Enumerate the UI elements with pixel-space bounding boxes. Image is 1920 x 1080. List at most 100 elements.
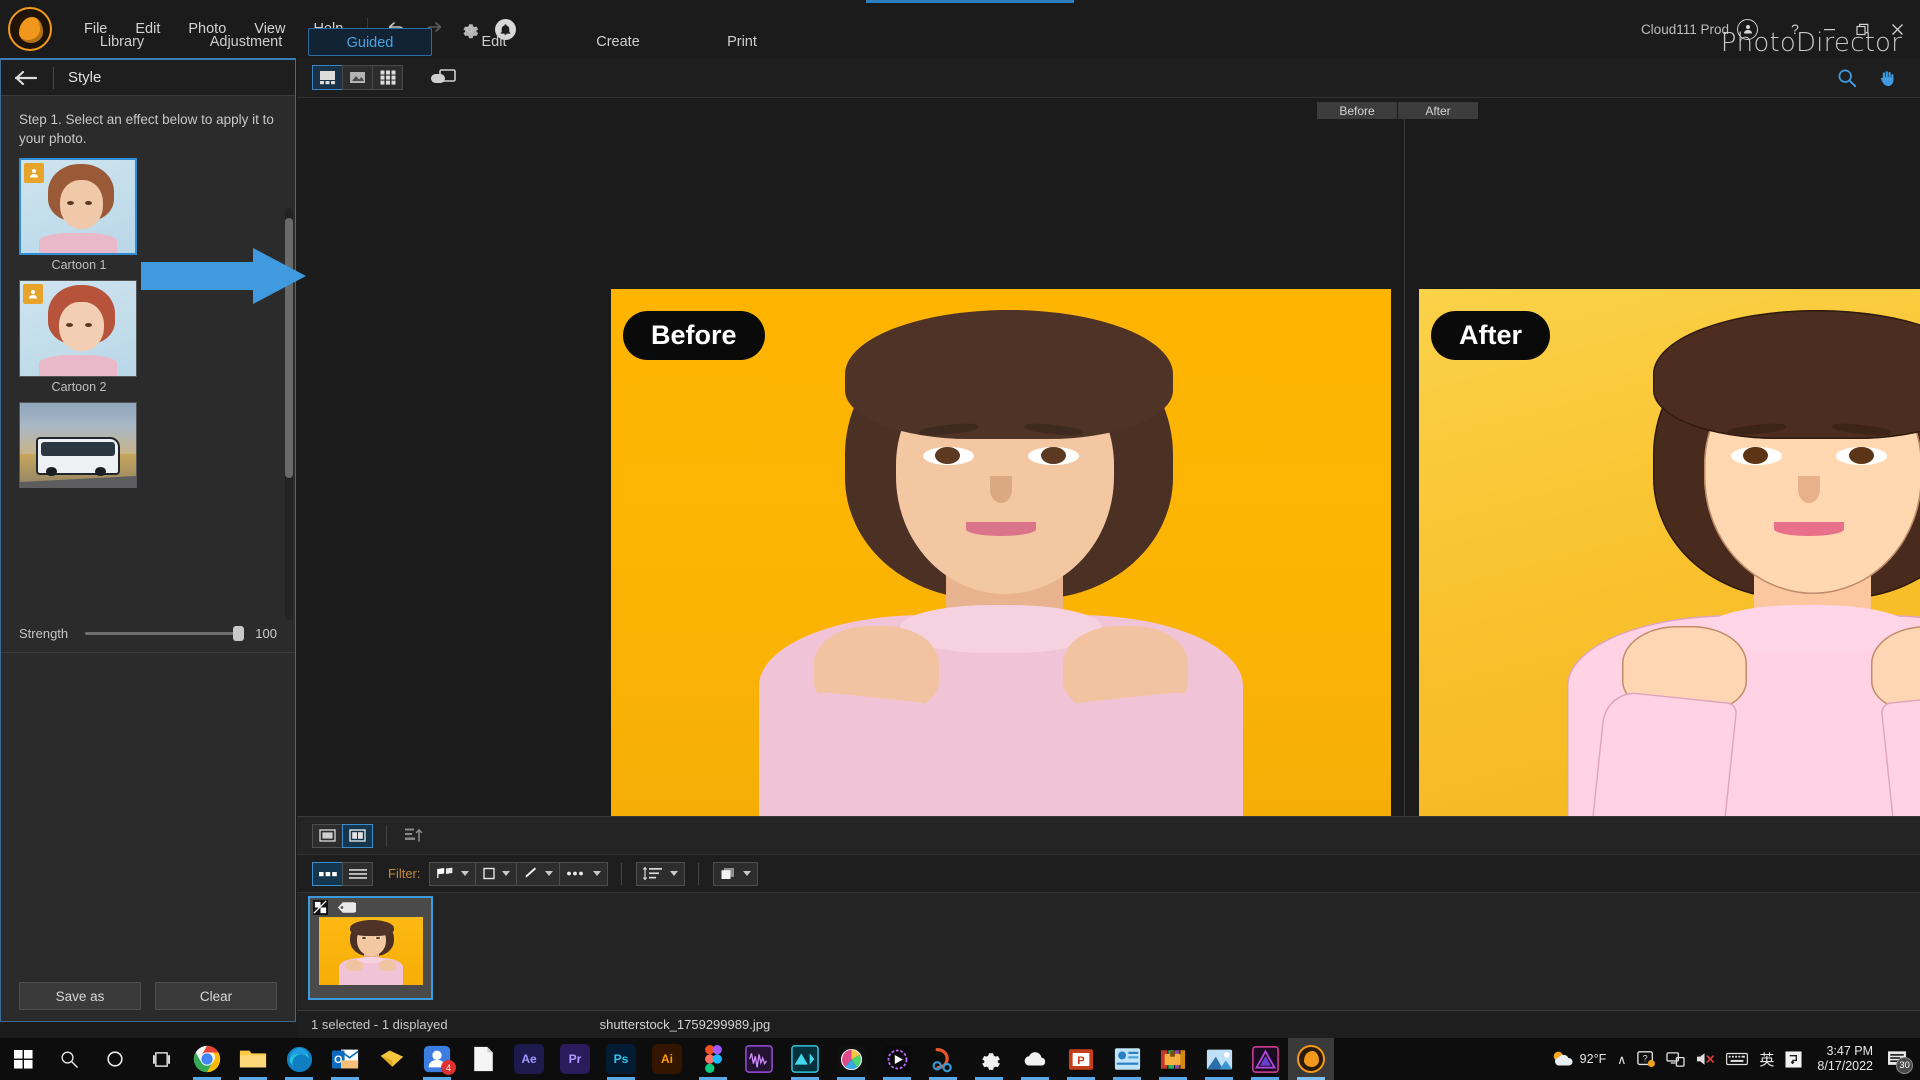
notification-center-button[interactable]: 30	[1884, 1046, 1910, 1072]
media-player-taskbar-icon[interactable]	[874, 1038, 920, 1080]
selection-status: 1 selected - 1 displayed	[311, 1017, 448, 1032]
weather-widget[interactable]: 92°F	[1550, 1049, 1607, 1069]
tab-edit[interactable]: Edit	[432, 28, 556, 56]
filter-flag-dropdown[interactable]	[429, 862, 476, 886]
view-mode-grid-button[interactable]	[372, 65, 403, 90]
filter-toolbar: Filter:	[297, 854, 1920, 892]
filmstrip-thumb-1[interactable]	[308, 896, 433, 1000]
chrome-taskbar-icon[interactable]	[184, 1038, 230, 1080]
settings-taskbar-icon[interactable]	[966, 1038, 1012, 1080]
sort-icon[interactable]	[401, 827, 427, 844]
style-thumbnail-list[interactable]: Cartoon 1 Cartoon 2	[19, 158, 285, 488]
winrar-taskbar-icon[interactable]	[1150, 1038, 1196, 1080]
color-label-dropdown[interactable]	[713, 862, 758, 886]
toolbar-divider	[698, 863, 699, 885]
back-arrow-icon[interactable]	[1, 71, 53, 85]
strength-label: Strength	[19, 626, 75, 641]
photodirector-taskbar-icon[interactable]	[1288, 1038, 1334, 1080]
module-tabs: Library Adjustment Guided Edit Create Pr…	[60, 26, 1270, 58]
volume-muted-icon[interactable]	[1696, 1051, 1715, 1067]
after-photo	[1419, 289, 1920, 824]
notepad-taskbar-icon[interactable]	[460, 1038, 506, 1080]
network-icon[interactable]	[1666, 1051, 1685, 1068]
view-thumbnails-button[interactable]	[312, 862, 343, 886]
style-panel: Style Step 1. Select an effect below to …	[0, 58, 296, 1022]
screen-capture-taskbar-icon[interactable]	[1104, 1038, 1150, 1080]
before-badge: Before	[623, 311, 765, 360]
tab-print[interactable]: Print	[680, 28, 804, 56]
update-status-icon[interactable]: ?	[1637, 1050, 1655, 1068]
screen-recorder-taskbar-icon[interactable]	[920, 1038, 966, 1080]
colordirector-taskbar-icon[interactable]	[828, 1038, 874, 1080]
tab-create[interactable]: Create	[556, 28, 680, 56]
dual-monitor-button[interactable]	[426, 65, 460, 90]
toolbar-divider	[621, 863, 622, 885]
layout-split-view-button[interactable]	[342, 824, 373, 848]
before-image-pane[interactable]: Before	[611, 289, 1391, 824]
style-item-style-01[interactable]: Style 01	[19, 402, 139, 488]
after-effects-glyph: Ae	[514, 1044, 544, 1074]
figma-taskbar-icon[interactable]	[690, 1038, 736, 1080]
ime-mode-icon[interactable]	[1785, 1051, 1802, 1068]
photos-taskbar-icon[interactable]	[1196, 1038, 1242, 1080]
powerpoint-taskbar-icon[interactable]: P	[1058, 1038, 1104, 1080]
powerdirector-taskbar-icon[interactable]	[782, 1038, 828, 1080]
preview-split-divider	[1404, 118, 1405, 818]
filter-edit-dropdown[interactable]	[516, 862, 560, 886]
keyboard-icon[interactable]	[1726, 1052, 1748, 1066]
file-explorer-taskbar-icon[interactable]	[230, 1038, 276, 1080]
after-image-pane[interactable]: After	[1419, 289, 1920, 824]
notification-badge-count: 30	[1896, 1057, 1913, 1074]
save-as-button[interactable]: Save as	[19, 982, 141, 1010]
before-tab[interactable]: Before	[1317, 102, 1397, 119]
app-logo-icon	[8, 7, 52, 51]
zoom-tool-icon[interactable]	[1836, 67, 1858, 89]
sticky-notes-taskbar-icon[interactable]	[368, 1038, 414, 1080]
illustrator-taskbar-icon[interactable]: Ai	[644, 1038, 690, 1080]
after-tab[interactable]: After	[1398, 102, 1478, 119]
style-thumbnail-image	[19, 402, 137, 488]
filmstrip-thumb-image	[319, 917, 423, 985]
view-tools-right	[1836, 67, 1898, 89]
teams-taskbar-icon[interactable]: 4	[414, 1038, 460, 1080]
clear-button[interactable]: Clear	[155, 982, 277, 1010]
filter-rating-dropdown[interactable]	[475, 862, 517, 886]
filter-more-dropdown[interactable]	[559, 862, 608, 886]
tab-adjustment[interactable]: Adjustment	[184, 28, 308, 56]
show-hidden-icons-chevron[interactable]: ∧	[1617, 1052, 1626, 1067]
search-button[interactable]	[46, 1038, 92, 1080]
view-list-button[interactable]	[342, 862, 373, 886]
onedrive-taskbar-icon[interactable]	[1012, 1038, 1058, 1080]
after-effects-taskbar-icon[interactable]: Ae	[506, 1038, 552, 1080]
photoshop-taskbar-icon[interactable]: Ps	[598, 1038, 644, 1080]
photodirector-alt-taskbar-icon[interactable]	[1242, 1038, 1288, 1080]
strength-slider-handle[interactable]	[233, 626, 244, 641]
strength-control[interactable]: Strength 100	[19, 626, 277, 641]
view-mode-filmstrip-button[interactable]	[312, 65, 343, 90]
hand-tool-icon[interactable]	[1876, 67, 1898, 89]
transform-arrow-icon	[141, 248, 306, 304]
start-button[interactable]	[0, 1038, 46, 1080]
view-mode-single-button[interactable]	[342, 65, 373, 90]
taskbar-clock[interactable]: 3:47 PM 8/17/2022	[1817, 1044, 1873, 1074]
strength-slider[interactable]	[85, 632, 241, 635]
style-item-cartoon-1[interactable]: Cartoon 1	[19, 158, 139, 272]
sort-order-dropdown[interactable]	[636, 862, 685, 886]
style-item-cartoon-2[interactable]: Cartoon 2	[19, 280, 139, 394]
outlook-taskbar-icon[interactable]: O	[322, 1038, 368, 1080]
tab-guided[interactable]: Guided	[308, 28, 432, 56]
ime-language-indicator[interactable]: 英	[1759, 1049, 1774, 1070]
task-view-button[interactable]	[138, 1038, 184, 1080]
edge-taskbar-icon[interactable]	[276, 1038, 322, 1080]
weather-temp: 92°F	[1580, 1052, 1607, 1066]
header-divider	[53, 67, 54, 89]
strength-value: 100	[251, 626, 277, 641]
toolbar-divider	[386, 825, 387, 847]
style-panel-footer: Save as Clear	[1, 971, 295, 1021]
chevron-down-icon	[593, 871, 601, 876]
audiodirector-taskbar-icon[interactable]	[736, 1038, 782, 1080]
cortana-button[interactable]	[92, 1038, 138, 1080]
premiere-pro-taskbar-icon[interactable]: Pr	[552, 1038, 598, 1080]
layout-single-view-button[interactable]	[312, 824, 343, 848]
tab-library[interactable]: Library	[60, 28, 184, 56]
